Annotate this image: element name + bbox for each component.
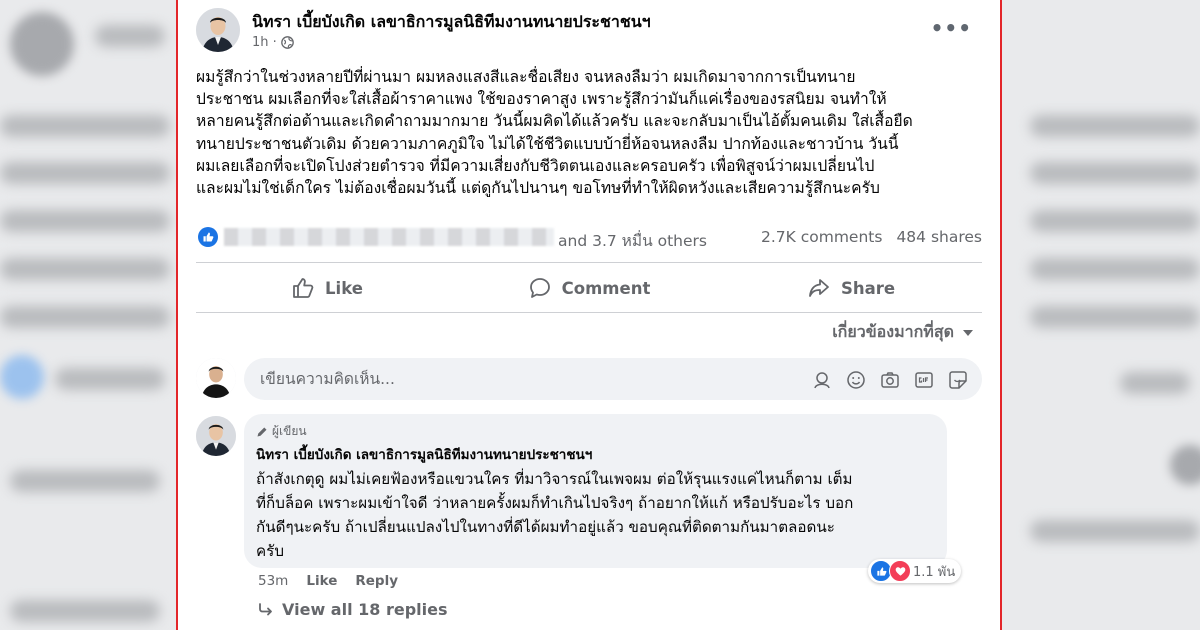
emoji-icon[interactable]: [846, 370, 866, 390]
person-avatar-icon: [196, 358, 236, 398]
bg-text-blur: [55, 368, 165, 390]
comment-like-button[interactable]: Like: [306, 573, 337, 589]
comment-reaction-count: 1.1 พัน: [913, 564, 956, 580]
bg-text-blur: [95, 25, 165, 47]
reactions-others[interactable]: and 3.7 หมื่น others: [558, 228, 707, 253]
comment-text: ถ้าสังเกตุดู ผมไม่เคยฟ้องหรือแขวนใคร ที่…: [256, 467, 935, 563]
sort-label: เกี่ยวข้องมากที่สุด: [832, 322, 954, 341]
person-avatar-icon: [196, 8, 240, 52]
bg-text-blur: [0, 115, 170, 137]
post-body: ผมรู้สึกว่าในช่วงหลายปีที่ผ่านมา ผมหลงแส…: [196, 66, 976, 199]
person-avatar-icon: [196, 416, 236, 456]
bg-text-blur: [0, 210, 170, 232]
care-reaction-icon: [889, 560, 911, 582]
comment-composer: [196, 356, 982, 402]
post-time[interactable]: 1h ·: [252, 35, 277, 50]
comment-input[interactable]: [258, 369, 782, 389]
comment-input-container: [244, 358, 982, 400]
post-body-line: หลายคนรู้สึกต่อต้านและเกิดคำถามมากมาย วั…: [196, 112, 913, 131]
bg-text-blur: [10, 470, 160, 492]
bg-badge-blur: [0, 355, 44, 399]
comment-button[interactable]: Comment: [458, 266, 720, 310]
comment-bubble-icon: [529, 278, 550, 298]
like-label: Like: [325, 278, 363, 298]
comment-text-line: ครับ: [256, 542, 284, 560]
bg-avatar-blur: [10, 12, 74, 76]
author-badge: ผู้เขียน: [256, 422, 935, 441]
share-button[interactable]: Share: [720, 266, 982, 310]
thumbs-up-icon: [876, 566, 886, 576]
pencil-icon: [257, 427, 267, 436]
shares-count[interactable]: 484 shares: [896, 228, 982, 246]
like-reaction-icon[interactable]: [198, 227, 218, 247]
avatar-sticker-icon[interactable]: [812, 370, 832, 390]
share-arrow-icon: [809, 279, 829, 297]
bg-text-blur: [1030, 306, 1200, 328]
comments-count[interactable]: 2.7K comments: [761, 228, 882, 246]
view-replies-label: View all 18 replies: [282, 600, 448, 619]
thumbs-up-icon: [203, 232, 214, 242]
globe-icon: [280, 36, 294, 49]
post-card: นิทรา เบี้ยบังเกิด เลขาธิการมูลนิธิทีมงา…: [176, 0, 1002, 630]
gif-icon[interactable]: [914, 370, 934, 390]
caret-down-icon: [963, 329, 973, 336]
comment-text-line: ถ้าสังเกตุดู ผมไม่เคยฟ้องหรือแขวนใคร ที่…: [256, 470, 853, 488]
bg-text-blur: [0, 306, 170, 328]
post-stats: and 3.7 หมื่น others 2.7K comments 484 s…: [196, 224, 982, 252]
bg-text-blur: [0, 258, 170, 280]
comment-author-name[interactable]: นิทรา เบี้ยบังเกิด เลขาธิการมูลนิธิทีมงา…: [256, 443, 935, 465]
bg-text-blur: [1030, 258, 1200, 280]
post-body-line: และผมไม่ใช่เด็กใคร ไม่ต้องเชื่อผมวันนี้ …: [196, 179, 880, 198]
comment-reply-button[interactable]: Reply: [355, 573, 398, 589]
comment-reactions[interactable]: 1.1 พัน: [868, 559, 962, 583]
author-avatar[interactable]: [196, 8, 240, 52]
thumbs-up-icon: [293, 278, 314, 298]
action-bar: Like Comment Share: [196, 266, 982, 310]
view-replies-button[interactable]: View all 18 replies: [258, 600, 448, 619]
camera-icon[interactable]: [880, 370, 900, 390]
bg-text-blur: [10, 600, 160, 622]
divider: [196, 312, 982, 313]
stats-counts: 2.7K comments 484 shares: [761, 228, 982, 246]
post-meta: 1h ·: [252, 35, 294, 50]
author-badge-label: ผู้เขียน: [272, 424, 307, 438]
post-body-line: ทนายประชาชนตัวเดิม ด้วยความภาคภูมิใจ ไม่…: [196, 134, 899, 153]
current-user-avatar[interactable]: [196, 358, 236, 398]
bg-text-blur: [1120, 372, 1190, 394]
bg-text-blur: [1030, 210, 1200, 232]
author-name[interactable]: นิทรา เบี้ยบังเกิด เลขาธิการมูลนิธิทีมงา…: [252, 10, 651, 35]
bg-text-blur: [1030, 520, 1200, 542]
heart-icon: [895, 566, 905, 576]
comment-author-avatar[interactable]: [196, 416, 236, 456]
comment-text-line: ที่ก็บล็อค เพราะผมเข้าใจดี ว่าหลายครั้งผ…: [256, 494, 854, 512]
bg-avatar-blur: [1170, 445, 1200, 485]
comment-label: Comment: [561, 278, 651, 298]
comment-actions: 53m Like Reply: [258, 573, 398, 589]
post-body-line: ผมรู้สึกว่าในช่วงหลายปีที่ผ่านมา ผมหลงแส…: [196, 68, 856, 86]
bg-text-blur: [1030, 115, 1200, 137]
post-header: นิทรา เบี้ยบังเกิด เลขาธิการมูลนิธิทีมงา…: [196, 8, 982, 58]
share-label: Share: [840, 278, 896, 298]
more-options-button[interactable]: •••: [931, 16, 972, 40]
reply-arrow-icon: [259, 602, 272, 615]
comment-text-line: กันดีๆนะครับ ถ้าเปลี่ยนแปลงไปในทางที่ดีไ…: [256, 518, 835, 536]
bg-text-blur: [1030, 162, 1200, 184]
composer-tools: [812, 370, 968, 390]
comment-time[interactable]: 53m: [258, 573, 288, 589]
blurred-reactor-names: [224, 228, 554, 246]
comment-bubble: ผู้เขียน นิทรา เบี้ยบังเกิด เลขาธิการมูล…: [244, 414, 947, 568]
like-button[interactable]: Like: [196, 266, 458, 310]
divider: [196, 262, 982, 263]
comment-sort-dropdown[interactable]: เกี่ยวข้องมากที่สุด: [832, 320, 974, 345]
post-body-line: ประชาชน ผมเลือกที่จะใส่เสื้อผ้าราคาแพง ใ…: [196, 90, 887, 109]
sticker-icon[interactable]: [948, 370, 968, 390]
post-body-line: ผมเลยเลือกที่จะเปิดโปงส่วยตำรวจ ที่มีควา…: [196, 156, 875, 175]
bg-text-blur: [0, 162, 170, 184]
